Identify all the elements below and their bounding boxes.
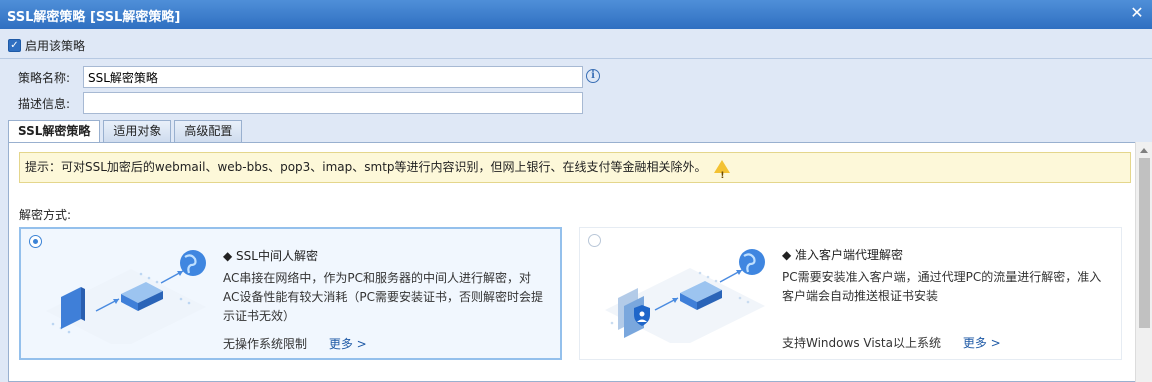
close-icon[interactable]: ✕ (1129, 4, 1145, 22)
enable-policy-label: 启用该策略 (25, 39, 86, 53)
tab-applicable-objects[interactable]: 适用对象 (103, 120, 172, 142)
notice-text: 提示：可对SSL加密后的webmail、web-bbs、pop3、imap、sm… (25, 160, 707, 174)
enable-policy-checkbox[interactable]: ✓ (8, 39, 21, 52)
description-input[interactable] (83, 92, 583, 114)
method-option-client-proxy[interactable]: ◆ 准入客户端代理解密 PC需要安装准入客户端，通过代理PC的流量进行解密，准入… (579, 227, 1122, 360)
scroll-up-icon[interactable] (1140, 148, 1148, 153)
description-row: 描述信息: (18, 92, 583, 114)
client-proxy-illustration-icon (605, 249, 765, 343)
policy-name-row: 策略名称: (18, 66, 583, 88)
vertical-scrollbar[interactable] (1135, 142, 1152, 382)
client-proxy-more-link[interactable]: 更多 > (963, 336, 1001, 350)
policy-name-label: 策略名称: (18, 70, 71, 85)
tab-bar: SSL解密策略 适用对象 高级配置 (8, 120, 245, 143)
tab-advanced-config[interactable]: 高级配置 (174, 120, 243, 142)
decrypt-method-label: 解密方式: (19, 208, 72, 222)
client-proxy-description: PC需要安装准入客户端，通过代理PC的流量进行解密，准入客户端会自动推送根证书安… (782, 270, 1102, 303)
mitm-os-note: 无操作系统限制 (223, 337, 308, 351)
scrollbar-thumb[interactable] (1139, 158, 1150, 328)
tab-ssl-decrypt-policy[interactable]: SSL解密策略 (8, 120, 101, 143)
warning-icon: ! (714, 160, 731, 181)
mitm-footer: 无操作系统限制 更多 > (223, 335, 367, 352)
mitm-description: AC串接在网络中，作为PC和服务器的中间人进行解密，对AC设备性能有较大消耗（P… (223, 271, 543, 323)
client-proxy-title: ◆ 准入客户端代理解密 (782, 248, 904, 262)
notice-banner: 提示：可对SSL加密后的webmail、web-bbs、pop3、imap、sm… (19, 152, 1131, 183)
mitm-title: ◆ SSL中间人解密 (223, 249, 318, 263)
mitm-illustration-icon (46, 250, 206, 344)
tab-panel: 提示：可对SSL加密后的webmail、web-bbs、pop3、imap、sm… (8, 142, 1152, 382)
window-title: SSL解密策略 [SSL解密策略] (7, 10, 181, 25)
policy-name-input[interactable] (83, 66, 583, 88)
divider (0, 58, 1152, 59)
client-proxy-os-note: 支持Windows Vista以上系统 (782, 336, 941, 350)
window-titlebar: SSL解密策略 [SSL解密策略] ✕ (0, 0, 1152, 29)
enable-policy-row[interactable]: ✓ 启用该策略 (8, 37, 85, 54)
client-proxy-footer: 支持Windows Vista以上系统 更多 > (782, 334, 1001, 351)
method-option-mitm[interactable]: ◆ SSL中间人解密 AC串接在网络中，作为PC和服务器的中间人进行解密，对AC… (19, 227, 562, 360)
mitm-more-link[interactable]: 更多 > (329, 337, 367, 351)
description-label: 描述信息: (18, 96, 71, 111)
info-icon[interactable]: i (586, 69, 600, 83)
